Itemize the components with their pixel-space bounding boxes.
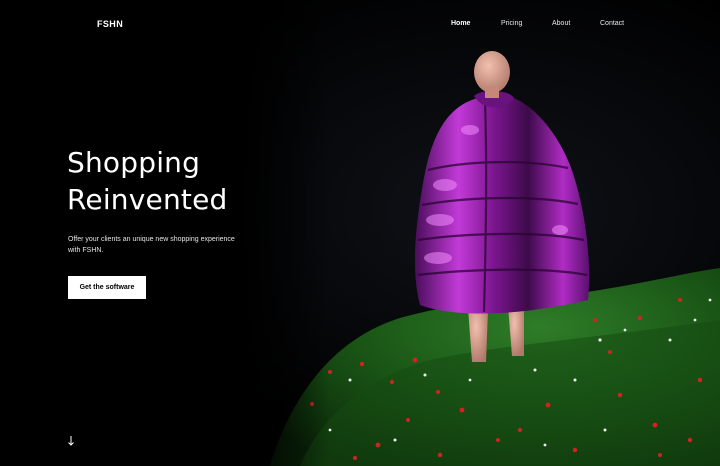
nav-link-home[interactable]: Home bbox=[451, 20, 470, 27]
hero-title: Shopping Reinvented bbox=[67, 144, 227, 218]
hero-title-line-1: Shopping bbox=[67, 146, 201, 179]
arrow-down-icon[interactable] bbox=[66, 435, 76, 447]
nav-links: Home Pricing About Contact bbox=[0, 20, 720, 32]
nav-link-about[interactable]: About bbox=[552, 20, 570, 27]
hero-image bbox=[0, 0, 720, 466]
hero-subtitle: Offer your clients an unique new shoppin… bbox=[68, 236, 235, 254]
hero-title-line-2: Reinvented bbox=[67, 183, 228, 216]
get-software-button[interactable]: Get the software bbox=[68, 276, 146, 299]
hero-section: FSHN Home Pricing About Contact Shopping… bbox=[0, 0, 720, 466]
nav-link-contact[interactable]: Contact bbox=[600, 20, 624, 27]
nav-link-pricing[interactable]: Pricing bbox=[501, 20, 522, 27]
top-navigation: FSHN Home Pricing About Contact bbox=[0, 0, 720, 50]
